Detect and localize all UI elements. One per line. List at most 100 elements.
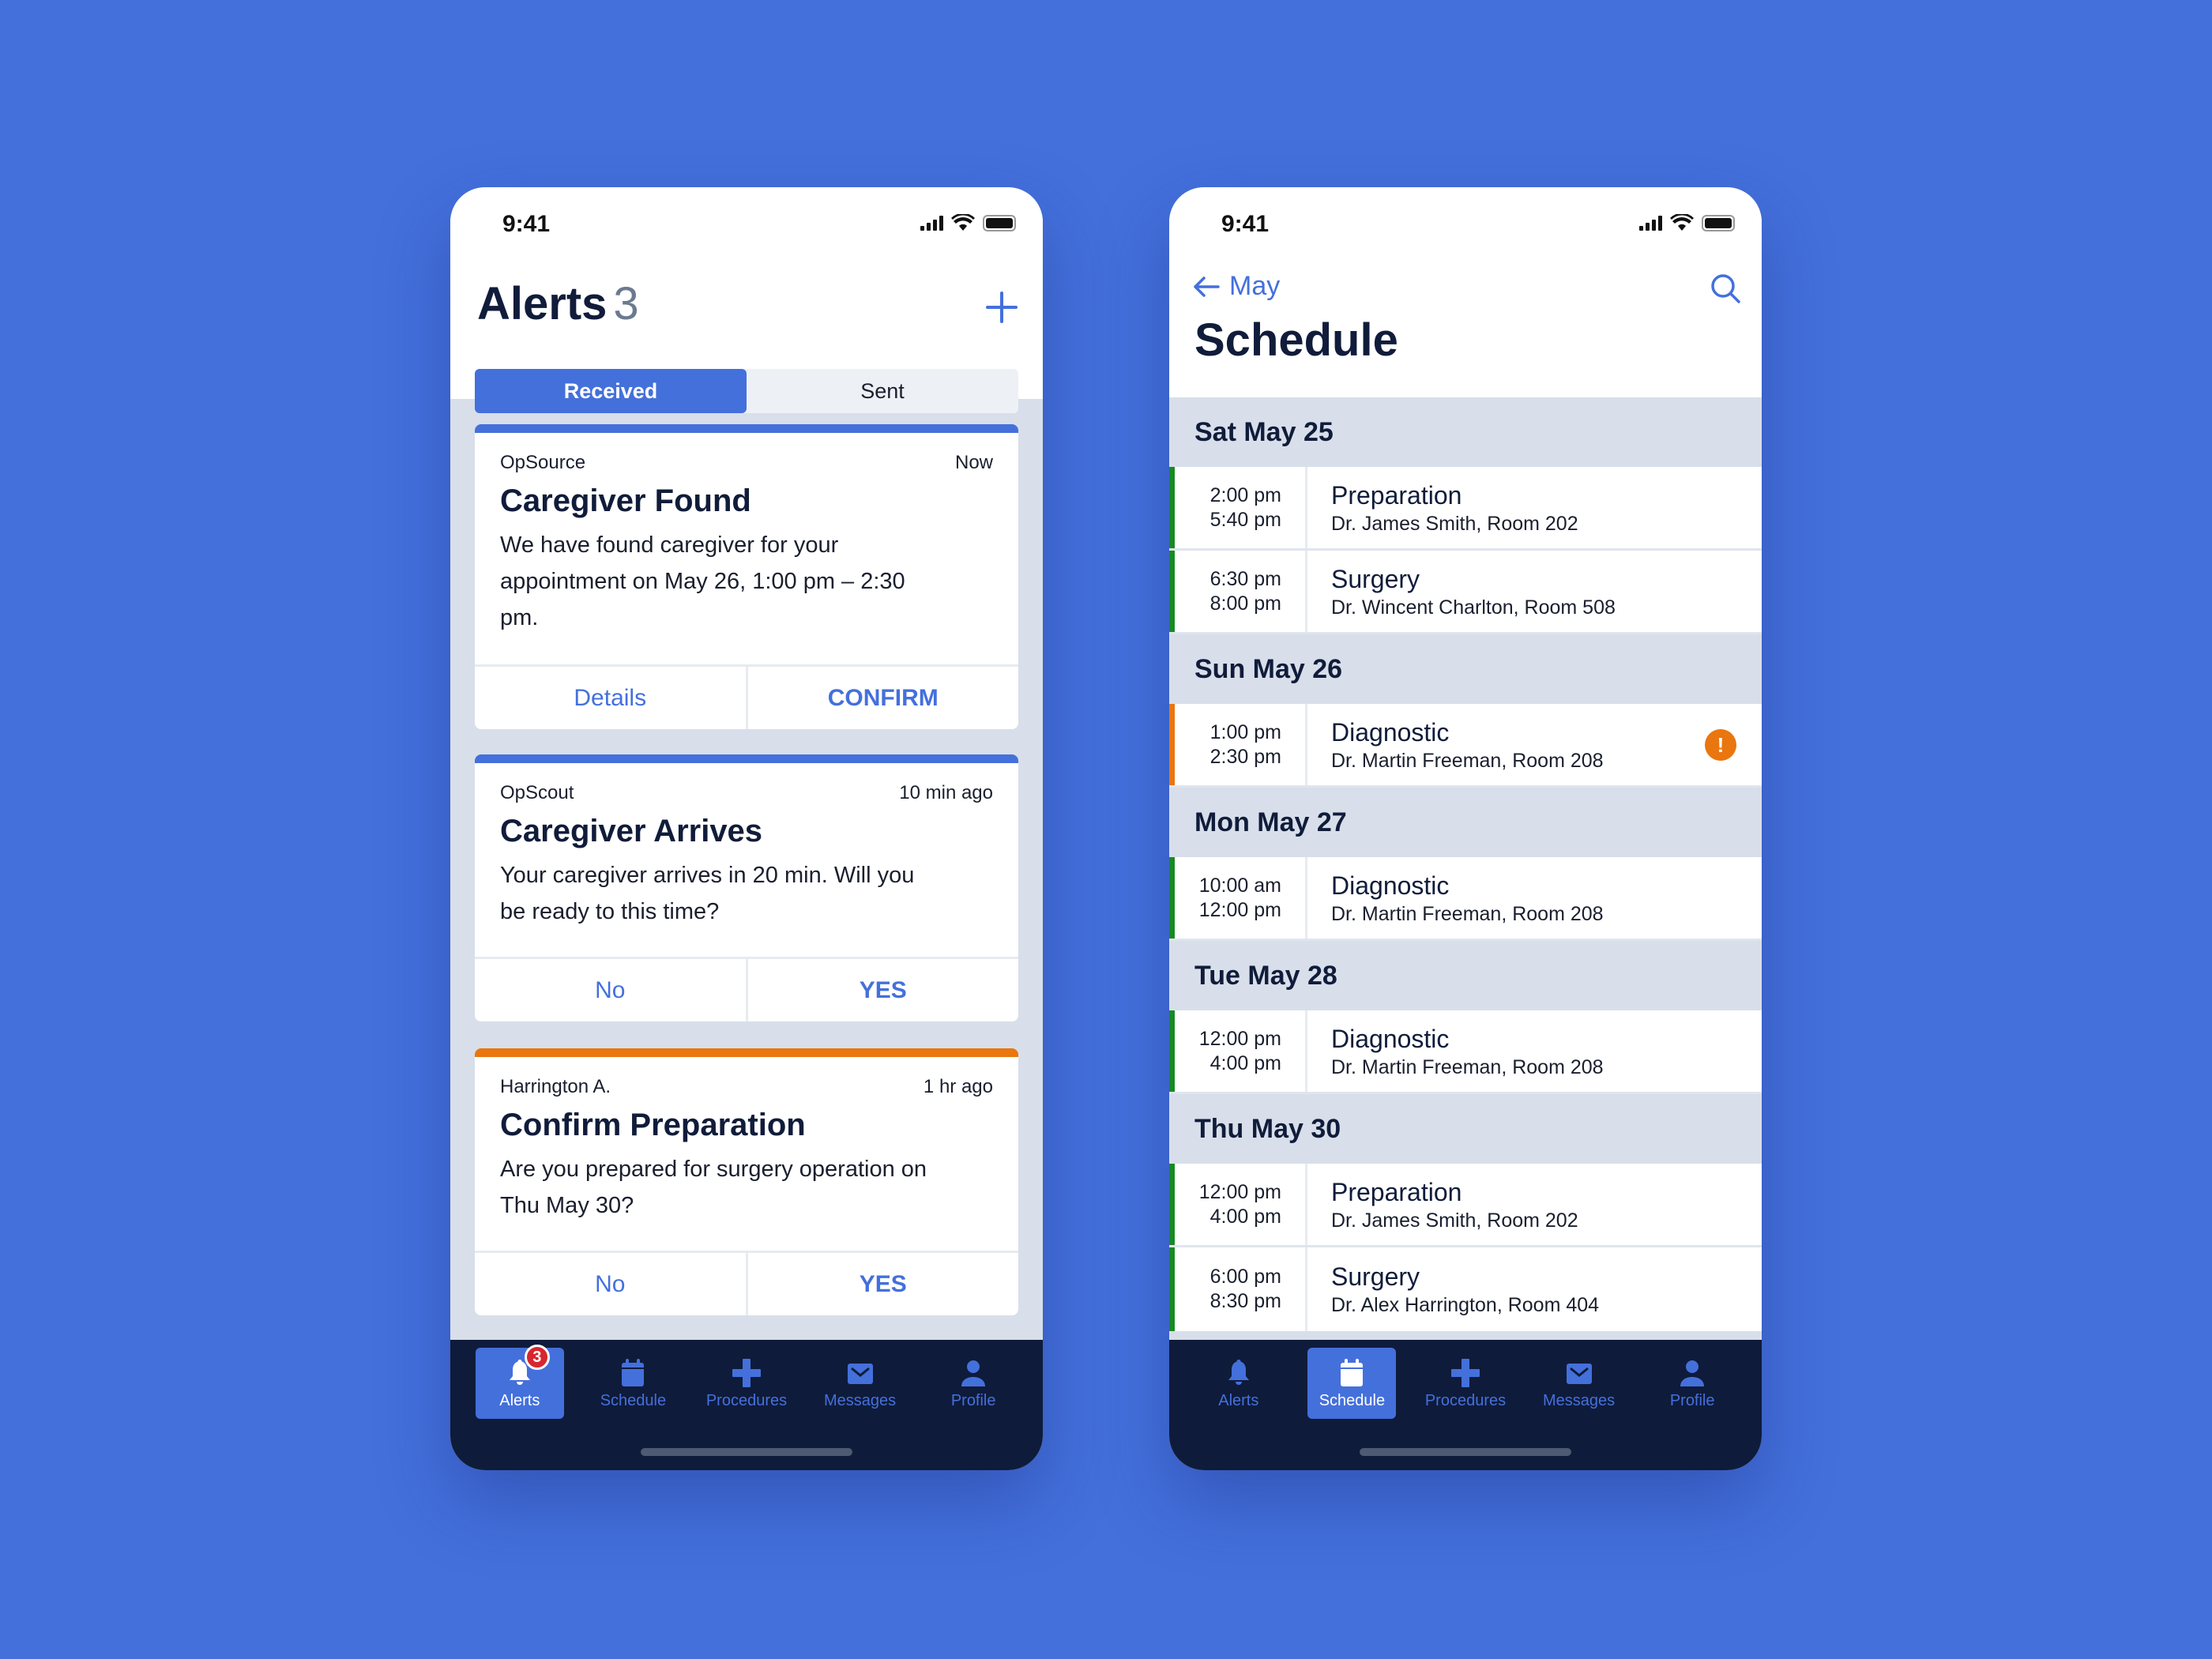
- event-row[interactable]: 6:00 pm 8:30 pm Surgery Dr. Alex Harring…: [1169, 1247, 1762, 1331]
- tabbar-messages[interactable]: Messages: [816, 1348, 905, 1419]
- status-bar: 9:41: [450, 187, 1043, 258]
- wifi-icon: [951, 214, 975, 231]
- tabbar-profile[interactable]: Profile: [1648, 1348, 1736, 1419]
- day-header: Sun May 26: [1169, 634, 1762, 704]
- tabbar-label: Alerts: [499, 1391, 540, 1409]
- event-name: Diagnostic: [1331, 717, 1450, 747]
- event-start: 12:00 pm: [1198, 1180, 1281, 1203]
- alert-body: Are you prepared for surgery operation o…: [500, 1157, 927, 1218]
- event-times: 12:00 pm 4:00 pm: [1175, 1164, 1307, 1245]
- tabbar-alerts[interactable]: Alerts: [1194, 1348, 1283, 1419]
- event-row[interactable]: 6:30 pm 8:00 pm Surgery Dr. Wincent Char…: [1169, 551, 1762, 634]
- battery-icon: [983, 214, 1016, 231]
- event-name: Preparation: [1331, 480, 1462, 510]
- envelope-icon: [847, 1363, 873, 1384]
- schedule-list: Sat May 25 2:00 pm 5:40 pm Preparation D…: [1169, 397, 1762, 1331]
- event-start: 1:00 pm: [1209, 720, 1281, 743]
- event-name: Preparation: [1331, 1177, 1462, 1206]
- event-row[interactable]: 10:00 am 12:00 pm Diagnostic Dr. Martin …: [1169, 857, 1762, 941]
- event-start: 2:00 pm: [1209, 483, 1281, 506]
- event-row[interactable]: 1:00 pm 2:30 pm Diagnostic Dr. Martin Fr…: [1169, 704, 1762, 788]
- tabbar-alerts[interactable]: 3 Alerts: [475, 1345, 564, 1419]
- tabbar-label: Messages: [824, 1391, 897, 1409]
- details-button[interactable]: Details: [475, 667, 746, 729]
- status-bar: 9:41: [1169, 187, 1762, 258]
- day-header: Tue May 28: [1169, 941, 1762, 1010]
- add-alert-button[interactable]: [984, 290, 1019, 325]
- envelope-icon: [1566, 1363, 1592, 1384]
- schedule-phone-screen: 9:41 May Schedule Sat May 25 2:00 pm 5:4…: [1169, 187, 1762, 1470]
- tab-sent[interactable]: Sent: [747, 369, 1018, 413]
- alert-title: Confirm Preparation: [500, 1108, 806, 1142]
- calendar-icon: [1341, 1358, 1364, 1386]
- no-button[interactable]: No: [475, 959, 746, 1021]
- event-row[interactable]: 12:00 pm 4:00 pm Preparation Dr. James S…: [1169, 1164, 1762, 1247]
- event-end: 8:00 pm: [1209, 592, 1281, 615]
- tabbar-procedures[interactable]: Procedures: [702, 1348, 791, 1419]
- tabbar-schedule[interactable]: Schedule: [1307, 1348, 1397, 1419]
- yes-button[interactable]: YES: [745, 959, 1019, 1021]
- no-button[interactable]: No: [475, 1253, 746, 1315]
- alerts-badge: 3: [524, 1345, 550, 1370]
- person-icon: [1680, 1360, 1705, 1386]
- tabbar-label: Schedule: [1319, 1391, 1386, 1409]
- back-button[interactable]: May: [1193, 271, 1280, 302]
- tab-received[interactable]: Received: [475, 369, 747, 413]
- event-start: 6:30 pm: [1209, 567, 1281, 590]
- home-indicator: [1360, 1448, 1571, 1456]
- event-name: Surgery: [1331, 1262, 1420, 1291]
- back-label: May: [1229, 271, 1281, 301]
- event-times: 6:30 pm 8:00 pm: [1175, 551, 1307, 632]
- event-end: 2:30 pm: [1209, 745, 1281, 768]
- tabbar-label: Alerts: [1218, 1391, 1259, 1409]
- plus-icon: [986, 292, 1018, 323]
- plus-cross-icon: [732, 1358, 761, 1387]
- event-name: Surgery: [1331, 564, 1420, 593]
- event-location: Dr. Martin Freeman, Room 208: [1331, 1055, 1604, 1078]
- event-times: 12:00 pm 4:00 pm: [1175, 1010, 1307, 1092]
- page-title: Alerts 3: [477, 278, 639, 329]
- tabbar-messages[interactable]: Messages: [1535, 1348, 1623, 1419]
- home-indicator: [641, 1448, 852, 1456]
- tabbar-label: Profile: [1669, 1391, 1715, 1409]
- event-location: Dr. Martin Freeman, Room 208: [1331, 749, 1604, 772]
- event-name: Diagnostic: [1331, 871, 1450, 900]
- tab-bar: 3 Alerts Schedule Procedures Messages Pr…: [450, 1340, 1043, 1470]
- alert-source: Harrington A.: [500, 1076, 611, 1097]
- tabbar-procedures[interactable]: Procedures: [1421, 1348, 1510, 1419]
- confirm-button[interactable]: CONFIRM: [745, 667, 1019, 729]
- card-accent-bar: [475, 754, 1018, 763]
- event-row[interactable]: 2:00 pm 5:40 pm Preparation Dr. James Sm…: [1169, 467, 1762, 551]
- alert-body: We have found caregiver for your appoint…: [500, 532, 905, 630]
- card-accent-bar: [475, 1048, 1018, 1057]
- alert-card: OpSource Now Caregiver Found We have foun…: [475, 424, 1018, 729]
- tab-bar: Alerts Schedule Procedures Messages Prof…: [1169, 1340, 1762, 1470]
- yes-button[interactable]: YES: [745, 1253, 1019, 1315]
- event-start: 12:00 pm: [1198, 1027, 1281, 1050]
- event-times: 1:00 pm 2:30 pm: [1175, 704, 1307, 785]
- status-stripe: [1169, 704, 1175, 785]
- event-end: 4:00 pm: [1209, 1051, 1281, 1074]
- alerts-count: 3: [613, 278, 639, 329]
- alert-title: Caregiver Found: [500, 483, 751, 518]
- event-end: 8:30 pm: [1209, 1290, 1281, 1312]
- tabbar-profile[interactable]: Profile: [929, 1348, 1018, 1419]
- bell-icon: [1228, 1359, 1249, 1385]
- alert-card: OpScout 10 min ago Caregiver Arrives Your…: [475, 754, 1018, 1021]
- event-name: Diagnostic: [1331, 1024, 1450, 1053]
- tabbar-schedule[interactable]: Schedule: [589, 1348, 677, 1419]
- status-stripe: [1169, 467, 1175, 548]
- event-start: 6:00 pm: [1209, 1266, 1281, 1288]
- event-times: 2:00 pm 5:40 pm: [1175, 467, 1307, 548]
- search-icon: [1711, 274, 1740, 303]
- alert-title: Caregiver Arrives: [500, 814, 763, 848]
- event-times: 6:00 pm 8:30 pm: [1175, 1247, 1307, 1331]
- alert-time: 10 min ago: [899, 782, 993, 803]
- event-row[interactable]: 12:00 pm 4:00 pm Diagnostic Dr. Martin F…: [1169, 1010, 1762, 1094]
- tabbar-label: Messages: [1543, 1391, 1616, 1409]
- status-stripe: [1169, 551, 1175, 632]
- plus-cross-icon: [1450, 1358, 1480, 1387]
- search-button[interactable]: [1710, 273, 1741, 304]
- warning-icon[interactable]: !: [1705, 729, 1736, 761]
- alert-source: OpSource: [500, 452, 586, 473]
